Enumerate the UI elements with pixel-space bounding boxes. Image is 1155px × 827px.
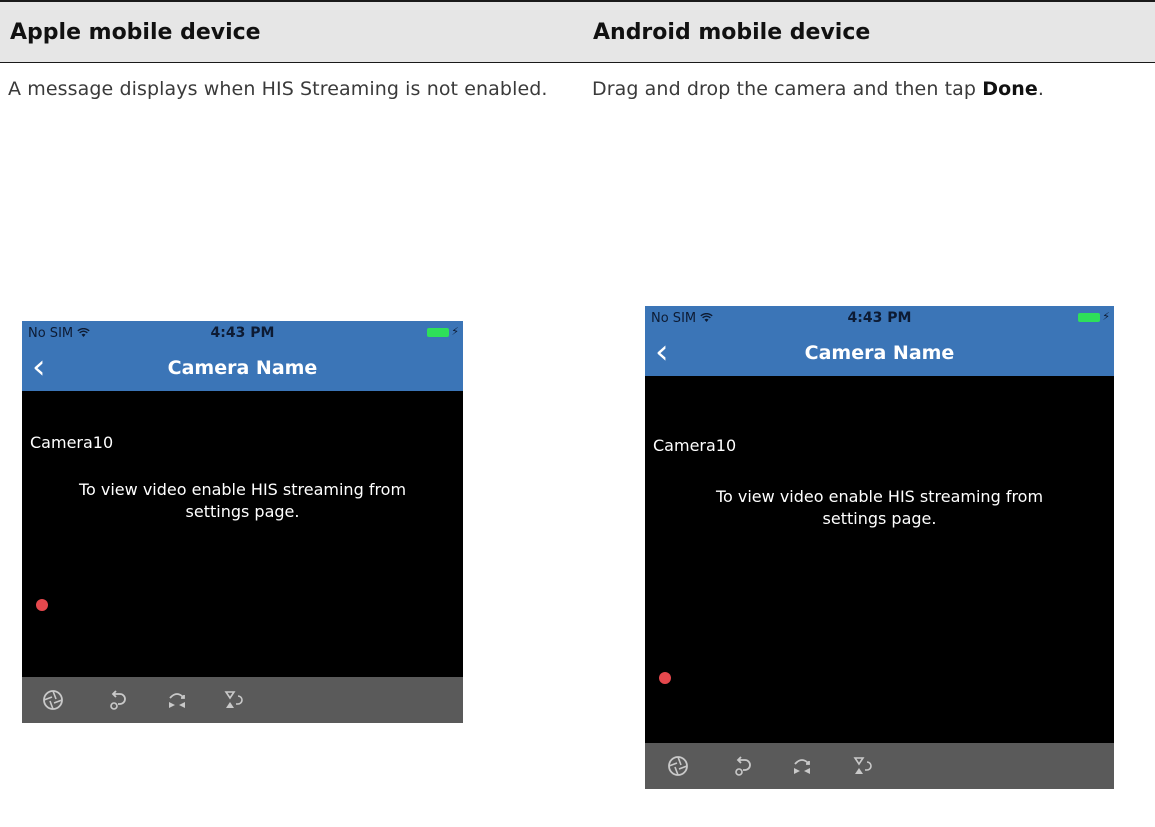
aperture-icon[interactable] [665, 753, 691, 779]
android-heading: Android mobile device [593, 20, 871, 45]
swap-icon[interactable] [789, 753, 815, 779]
table-header: Apple mobile device Android mobile devic… [0, 2, 1155, 63]
flip-icon[interactable] [220, 687, 246, 713]
video-area[interactable]: Camera10 To view video enable HIS stream… [22, 391, 463, 677]
carrier-label: No SIM [651, 311, 713, 326]
camera-toolbar [22, 677, 463, 723]
record-indicator [659, 672, 671, 684]
charging-icon: ⚡ [1102, 310, 1110, 323]
nav-bar: ‹ Camera Name [645, 330, 1114, 376]
swap-icon[interactable] [164, 687, 190, 713]
clock: 4:43 PM [210, 325, 275, 341]
rotate-icon[interactable] [731, 753, 757, 779]
apple-description: A message displays when HIS Streaming is… [8, 78, 548, 100]
camera-label: Camera10 [653, 436, 737, 455]
nav-bar: ‹ Camera Name [22, 345, 463, 391]
status-bar: No SIM 4:43 PM ⚡ [645, 306, 1114, 330]
streaming-message: To view video enable HIS streaming from … [78, 480, 407, 521]
carrier-text: No SIM [28, 326, 74, 341]
video-area[interactable]: Camera10 To view video enable HIS stream… [645, 376, 1114, 743]
streaming-message: To view video enable HIS streaming from … [715, 487, 1044, 528]
carrier-label: No SIM [28, 326, 90, 341]
android-description-end: . [1037, 78, 1044, 100]
android-description: Drag and drop the camera and then tap Do… [592, 76, 1152, 103]
battery-icon [1078, 313, 1100, 322]
camera-label: Camera10 [30, 433, 114, 452]
apple-heading: Apple mobile device [10, 20, 261, 45]
camera-toolbar [645, 743, 1114, 789]
clock: 4:43 PM [847, 310, 912, 326]
android-description-text: Drag and drop the camera and then tap [592, 78, 983, 100]
charging-icon: ⚡ [451, 325, 459, 338]
apple-phone-screenshot: No SIM 4:43 PM ⚡ ‹ Camera Name Camera10 … [22, 321, 463, 723]
record-indicator [36, 599, 48, 611]
android-phone-screenshot: No SIM 4:43 PM ⚡ ‹ Camera Name Camera10 … [645, 306, 1114, 789]
carrier-text: No SIM [651, 311, 697, 326]
done-label: Done [982, 78, 1038, 100]
rotate-icon[interactable] [106, 687, 132, 713]
wifi-icon [77, 326, 90, 341]
flip-icon[interactable] [849, 753, 875, 779]
status-bar: No SIM 4:43 PM ⚡ [22, 321, 463, 345]
nav-title: Camera Name [804, 342, 955, 364]
nav-title: Camera Name [167, 357, 318, 379]
battery-icon [427, 328, 449, 337]
aperture-icon[interactable] [40, 687, 66, 713]
wifi-icon [700, 311, 713, 326]
